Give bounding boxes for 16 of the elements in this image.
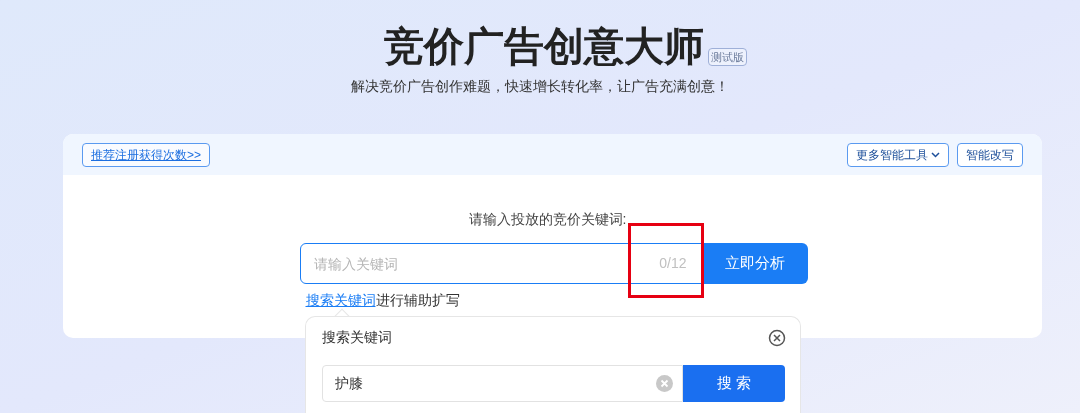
page-title: 竞价广告创意大师: [383, 23, 704, 70]
tools-dropdown[interactable]: 更多智能工具: [847, 142, 949, 167]
subtitle: 解决竞价广告创作难题，快速增长转化率，让广告充满创意！: [351, 77, 729, 96]
popover-title: 搜索关键词: [322, 328, 392, 347]
search-field[interactable]: 护膝: [322, 365, 683, 402]
caret-icon: [931, 151, 940, 158]
close-icon[interactable]: [768, 328, 786, 347]
rewrite-button[interactable]: 智能改写: [957, 142, 1023, 167]
search-keyword-link[interactable]: 搜索关键词: [305, 292, 376, 308]
character-counter: 0/12: [659, 254, 687, 272]
search-button[interactable]: 搜 索: [683, 365, 785, 402]
help-text: 进行辅助扩写: [375, 292, 460, 308]
analyze-button[interactable]: 立即分析: [701, 243, 808, 284]
promo-link[interactable]: 推荐注册获得次数>>: [82, 142, 210, 167]
version-badge: 测试版: [707, 48, 747, 66]
form-prompt: 请输入投放的竞价关键词:: [468, 210, 628, 229]
